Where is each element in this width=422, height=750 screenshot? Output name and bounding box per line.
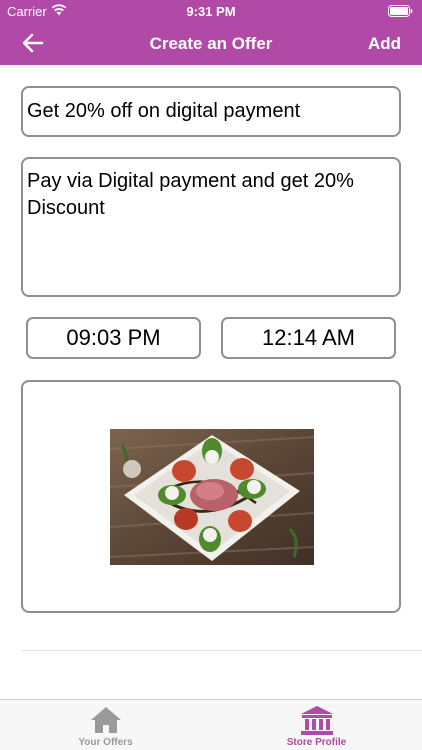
end-time-button[interactable]: 12:14 AM (221, 317, 396, 359)
offer-description-field[interactable]: Pay via Digital payment and get 20% Disc… (21, 157, 401, 297)
status-bar: Carrier 9:31 PM (0, 0, 422, 22)
offer-title-field[interactable]: Get 20% off on digital payment (21, 86, 401, 137)
bank-building-icon (301, 706, 333, 735)
battery-icon (388, 5, 413, 17)
start-time-button[interactable]: 09:03 PM (26, 317, 201, 359)
tab-store-profile[interactable]: Store Profile (211, 700, 422, 750)
navigation-bar: Create an Offer Add (0, 22, 422, 65)
tab-store-profile-label: Store Profile (286, 737, 347, 748)
offer-image-picker[interactable] (21, 380, 401, 613)
arrow-left-icon[interactable] (20, 31, 46, 55)
tab-your-offers[interactable]: Your Offers (0, 700, 211, 750)
status-time: 9:31 PM (186, 4, 236, 19)
divider (21, 650, 422, 651)
house-icon (91, 707, 121, 733)
tab-bar: Your Offers Store Profile (0, 699, 422, 750)
food-platter-photo (110, 429, 314, 565)
add-button[interactable]: Add (368, 34, 401, 54)
page-title: Create an Offer (149, 34, 273, 53)
tab-your-offers-label: Your Offers (78, 737, 133, 748)
